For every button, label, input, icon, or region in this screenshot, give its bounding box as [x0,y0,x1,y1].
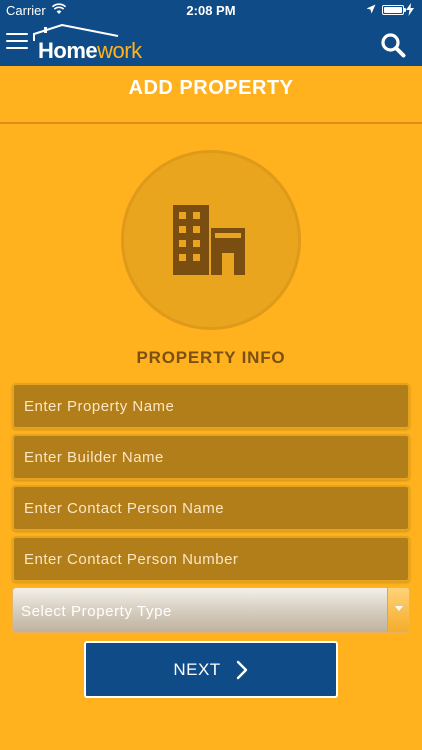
logo-work: work [97,38,142,63]
builder-name-field [12,434,410,480]
dropdown-toggle[interactable] [387,588,409,632]
chevron-right-icon [236,660,247,679]
builder-name-input[interactable] [14,436,408,478]
menu-icon[interactable] [6,33,28,51]
logo-home: Home [38,38,98,63]
contact-person-number-input[interactable] [14,538,408,580]
search-icon[interactable] [380,32,406,58]
logo-text: Homework [38,38,142,64]
status-bar: Carrier 2:08 PM [0,0,422,22]
property-name-input[interactable] [14,385,408,427]
app-logo: Homework [32,24,162,64]
location-arrow-icon [366,4,376,14]
contact-person-name-field [12,485,410,531]
next-button-label: NEXT [173,659,221,679]
property-type-select[interactable]: Select Property Type [12,587,410,633]
page-title: ADD PROPERTY [128,77,294,99]
next-button[interactable]: NEXT [84,641,338,698]
property-type-placeholder: Select Property Type [21,603,172,620]
contact-person-name-input[interactable] [14,487,408,529]
charging-bolt-icon [406,3,414,16]
battery-icon [382,5,406,15]
property-name-field [12,383,410,429]
contact-person-number-field [12,536,410,582]
section-title: PROPERTY INFO [136,348,286,367]
status-time: 2:08 PM [186,3,236,18]
building-icon [173,205,245,275]
property-icon-circle [121,150,301,330]
top-bar: Carrier 2:08 PM Homework [0,0,422,66]
header-divider [0,122,422,124]
dropdown-caret-icon [395,606,403,611]
